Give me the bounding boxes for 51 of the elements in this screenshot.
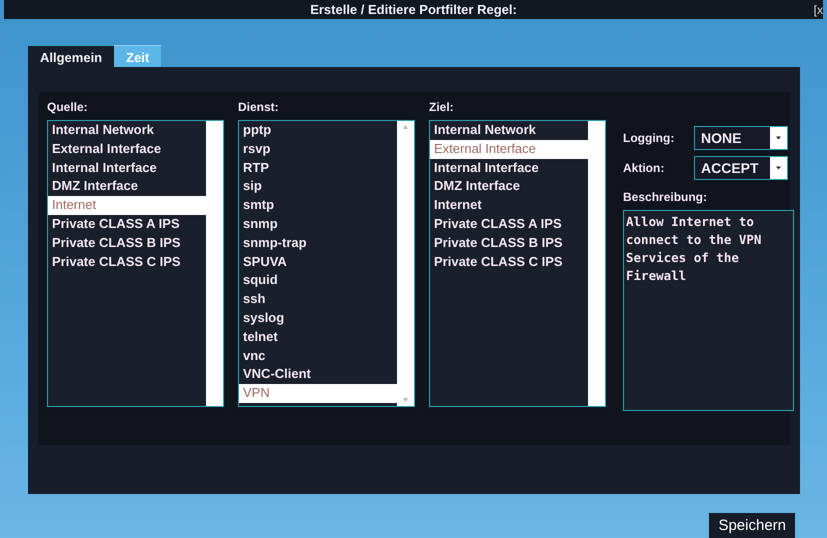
list-item[interactable]: Private CLASS A IPS xyxy=(430,214,588,234)
list-box[interactable]: pptp rsvp RTP sip smtp snmp snmp-trap SPUVA squid ssh syslog telnet vnc VNC-Client VPN xyxy=(238,120,415,407)
list-box[interactable]: Internal Network External Interface Internal Interface DMZ Interface Internet Private CLASS A IPS Private CLASS B IPS Private CLASS C IPS xyxy=(47,120,224,407)
list-item[interactable]: Internal Network xyxy=(430,121,588,140)
list-item[interactable]: External Interface xyxy=(430,140,588,159)
list-item[interactable]: Private CLASS A IPS xyxy=(48,214,206,234)
description-field[interactable]: Allow Internet to connect to the VPN Services of the Firewall xyxy=(623,210,794,411)
list-item[interactable]: Private CLASS C IPS xyxy=(430,252,588,272)
dropdown[interactable]: NONE xyxy=(694,126,788,150)
caret-icon xyxy=(770,157,787,179)
list-label: Dienst: xyxy=(238,100,280,114)
list-item[interactable]: DMZ Interface xyxy=(48,177,206,196)
save-button[interactable]: Speichern xyxy=(709,513,795,538)
scroll-down-icon[interactable] xyxy=(403,398,408,402)
list-item[interactable]: syslog xyxy=(239,308,397,328)
caret-icon xyxy=(770,127,787,149)
close-button[interactable]: [x xyxy=(814,3,823,17)
list-item[interactable]: pptp xyxy=(239,121,397,140)
list-item[interactable]: DMZ Interface xyxy=(430,177,588,196)
list-item[interactable]: Internal Interface xyxy=(48,158,206,178)
list-item[interactable]: telnet xyxy=(239,328,397,347)
field-label: Logging: xyxy=(623,131,674,145)
list-label: Quelle: xyxy=(47,100,89,114)
list-item[interactable]: Private CLASS B IPS xyxy=(430,234,588,253)
dropdown[interactable]: ACCEPT xyxy=(694,156,788,180)
field-label: Aktion: xyxy=(623,161,664,175)
list-item[interactable]: Internet xyxy=(48,196,206,215)
list-item[interactable]: ssh xyxy=(239,290,397,309)
list-item[interactable]: VNC-Client xyxy=(239,365,397,384)
list-item[interactable]: SPUVA xyxy=(239,252,397,272)
list-item[interactable]: RTP xyxy=(239,158,397,178)
list-item[interactable]: rsvp xyxy=(239,140,397,159)
list-item[interactable]: vnc xyxy=(239,346,397,366)
list-item[interactable]: squid xyxy=(239,271,397,290)
window-title: Erstelle / Editiere Portfilter Regel: xyxy=(310,2,517,17)
list-item[interactable]: Internal Interface xyxy=(430,158,588,178)
list-item[interactable]: sip xyxy=(239,177,397,196)
list-label: Ziel: xyxy=(429,100,455,114)
list-item[interactable]: VPN xyxy=(239,384,397,403)
list-item[interactable]: Private CLASS C IPS xyxy=(48,252,206,272)
list-item[interactable]: Internet xyxy=(430,196,588,215)
list-item[interactable]: Private CLASS B IPS xyxy=(48,234,206,253)
list-box[interactable]: Internal Network External Interface Internal Interface DMZ Interface Internet Private CLASS A IPS Private CLASS B IPS Private CLASS C IPS xyxy=(429,120,606,407)
list-item[interactable]: snmp-trap xyxy=(239,234,397,253)
scroll-up-icon[interactable] xyxy=(403,125,408,129)
list-item[interactable]: Internal Network xyxy=(48,121,206,140)
list-item[interactable]: snmp xyxy=(239,214,397,234)
field-label: Beschreibung: xyxy=(623,190,708,204)
list-item[interactable]: External Interface xyxy=(48,140,206,159)
tab[interactable]: Allgemein xyxy=(28,45,114,67)
list-item[interactable]: smtp xyxy=(239,196,397,215)
